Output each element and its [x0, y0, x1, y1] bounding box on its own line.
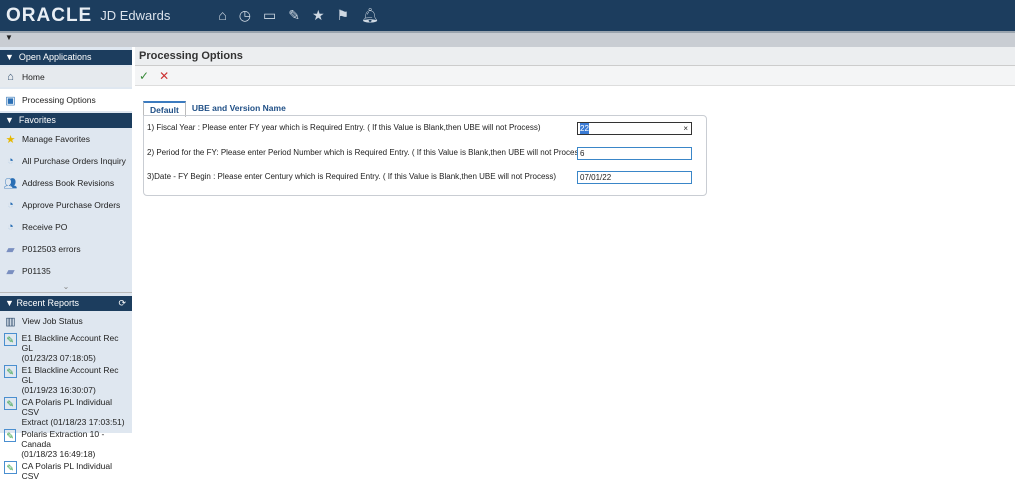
report-time: (01/23/23 07:18:05)	[21, 353, 96, 363]
home-icon[interactable]: ⌂	[218, 7, 226, 24]
report-time: (01/19/23 16:30:07)	[21, 385, 96, 395]
report-text: E1 Blackline Account Rec GL (01/19/23 16:…	[22, 365, 128, 395]
sub-bar: ▼	[0, 31, 1015, 47]
bell-icon[interactable]: 🔔︎	[361, 7, 379, 24]
input-value: 22	[580, 123, 589, 134]
recent-report-item[interactable]: ✎ CA Polaris PL Individual CSV	[0, 459, 132, 491]
report-name: CA Polaris PL Individual CSV	[21, 397, 113, 417]
collapse-icon: ▼	[5, 52, 14, 62]
ok-check-icon[interactable]: ✓	[139, 69, 149, 83]
report-edit-icon: ✎	[4, 429, 17, 442]
report-time: Extract (01/18/23 17:03:51)	[21, 417, 125, 427]
bar-chart-icon: ▥	[5, 315, 16, 328]
favorite-item[interactable]: ◔ Approve Purchase Orders	[0, 194, 132, 216]
page-title: Processing Options	[135, 47, 1015, 66]
recent-reports-header[interactable]: ▼ Recent Reports ⟳	[0, 296, 132, 311]
app-icon: ◔	[7, 155, 14, 167]
product-name: JD Edwards	[100, 8, 171, 23]
item-label: Approve Purchase Orders	[22, 200, 121, 210]
collapse-icon: ▼	[5, 115, 14, 125]
item-label: Processing Options	[22, 95, 96, 105]
section-title: Favorites	[18, 115, 56, 125]
option-label: 3)Date - FY Begin : Please enter Century…	[147, 172, 557, 181]
sidebar-item-processing-options[interactable]: ▣ Processing Options	[0, 89, 132, 111]
dropdown-toggle-icon[interactable]: ▼	[5, 33, 13, 42]
monitor-chart-icon[interactable]: ▭	[263, 7, 276, 24]
report-name: CA Polaris PL Individual CSV	[21, 461, 113, 481]
report-text: E1 Blackline Account Rec GL (01/23/23 07:…	[22, 333, 128, 363]
report-text: Polaris Extraction 10 - Canada (01/18/23 …	[21, 429, 128, 459]
sidebar: ▼ Open Applications ⌂ Home ▣ Processing Opt…	[0, 47, 132, 481]
item-label: P01135	[22, 266, 51, 276]
item-label: View Job Status	[22, 316, 83, 326]
recent-report-item[interactable]: ✎ Polaris Extraction 10 - Canada (01/18/23…	[0, 427, 132, 459]
options-panel: 1) Fiscal Year : Please enter FY year wh…	[143, 115, 707, 196]
sidebar-item-home[interactable]: ⌂ Home	[0, 67, 132, 87]
toolbar: ✓ ✕	[135, 66, 1015, 86]
folder-icon: ▰	[6, 243, 15, 256]
report-text: CA Polaris PL Individual CSV	[22, 461, 128, 481]
report-edit-icon: ✎	[4, 397, 17, 410]
monitor-icon: ▣	[5, 94, 16, 107]
report-edit-icon: ✎	[4, 333, 17, 346]
option-label: 1) Fiscal Year : Please enter FY year wh…	[147, 123, 541, 132]
star-icon: ★	[5, 133, 16, 146]
flag-icon[interactable]: ⚑	[337, 7, 350, 24]
edit-icon[interactable]: ✎	[288, 7, 300, 24]
scroll-down-icon[interactable]: ⌄	[0, 282, 132, 293]
app-icon: ◔	[7, 199, 14, 211]
view-job-status[interactable]: ▥ View Job Status	[0, 311, 132, 331]
fiscal-year-input[interactable]: 22 ×	[577, 122, 692, 135]
report-name: E1 Blackline Account Rec GL	[21, 365, 119, 385]
item-label: Home	[22, 72, 45, 82]
date-fy-begin-input[interactable]: 07/01/22	[577, 171, 692, 184]
section-title: Open Applications	[18, 52, 92, 62]
favorite-item[interactable]: 👥︎ Address Book Revisions	[0, 172, 132, 194]
report-edit-icon: ✎	[4, 461, 17, 474]
collapse-icon: ▼	[5, 298, 14, 308]
favorite-item[interactable]: ▰ P012503 errors	[0, 238, 132, 260]
clock-icon[interactable]: ◷	[239, 7, 251, 24]
recent-report-item[interactable]: ✎ CA Polaris PL Individual CSV Extract (01…	[0, 395, 132, 427]
home-icon: ⌂	[7, 71, 14, 83]
open-applications-header[interactable]: ▼ Open Applications	[0, 50, 132, 65]
star-icon[interactable]: ★	[312, 7, 325, 24]
oracle-logo: ORACLE	[6, 4, 93, 26]
refresh-icon[interactable]: ⟳	[118, 296, 126, 311]
favorite-item[interactable]: ◔ Receive PO	[0, 216, 132, 238]
recent-report-item[interactable]: ✎ E1 Blackline Account Rec GL (01/23/23 07…	[0, 331, 132, 363]
item-label: All Purchase Orders Inquiry	[22, 156, 126, 166]
app-icon: ◔	[7, 221, 14, 233]
main-panel: Processing Options ✓ ✕ Default UBE and V…	[135, 47, 1015, 433]
report-text: CA Polaris PL Individual CSV Extract (01/…	[22, 397, 128, 427]
item-label: P012503 errors	[22, 244, 81, 254]
report-edit-icon: ✎	[4, 365, 17, 378]
top-header: ORACLE JD Edwards ⌂ ◷ ▭ ✎ ★ ⚑ 🔔︎	[0, 0, 1015, 31]
report-time: (01/18/23 16:49:18)	[21, 449, 96, 459]
recent-report-item[interactable]: ✎ E1 Blackline Account Rec GL (01/19/23 16…	[0, 363, 132, 395]
cancel-x-icon[interactable]: ✕	[159, 69, 169, 83]
favorite-item[interactable]: ◔ All Purchase Orders Inquiry	[0, 150, 132, 172]
section-title: Recent Reports	[16, 298, 79, 308]
item-label: Manage Favorites	[22, 134, 91, 144]
period-input[interactable]: 6	[577, 147, 692, 160]
report-name: Polaris Extraction 10 - Canada	[21, 429, 105, 449]
folder-icon: ▰	[6, 265, 15, 278]
favorite-item[interactable]: ★ Manage Favorites	[0, 128, 132, 150]
clear-icon[interactable]: ×	[683, 123, 688, 134]
option-label: 2) Period for the FY: Please enter Perio…	[147, 148, 586, 157]
people-icon: 👥︎	[3, 177, 18, 190]
favorites-header[interactable]: ▼ Favorites	[0, 113, 132, 128]
favorite-item[interactable]: ▰ P01135	[0, 260, 132, 282]
item-label: Receive PO	[22, 222, 68, 232]
item-label: Address Book Revisions	[22, 178, 115, 188]
report-name: E1 Blackline Account Rec GL	[21, 333, 119, 353]
